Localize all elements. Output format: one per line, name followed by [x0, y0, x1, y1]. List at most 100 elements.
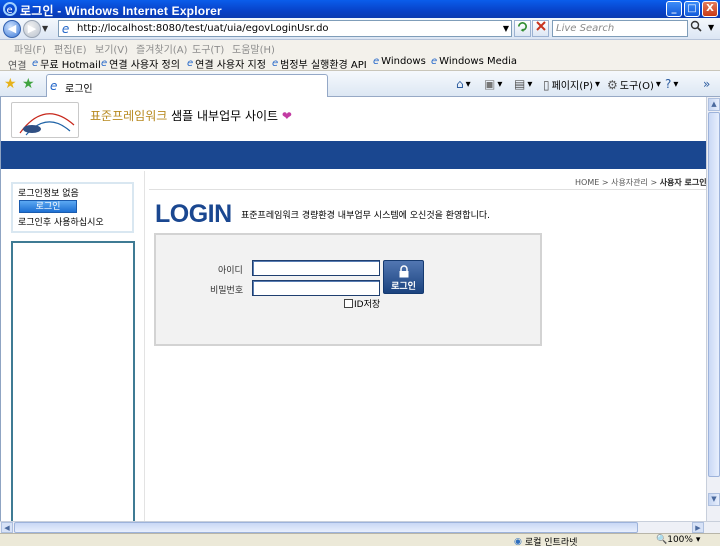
chevron-down-icon[interactable]: ▼ [503, 24, 509, 33]
ie-page-icon: e [101, 58, 108, 69]
page-content: 표준프레임워크 샘플 내부업무 사이트 ❤ 로그인정보 없음 로그인 로그인후 … [0, 97, 706, 521]
page-title: LOGIN [155, 200, 232, 228]
vertical-scrollbar[interactable]: ▲ ▼ [706, 97, 720, 521]
page-icon: ▯ [543, 77, 550, 92]
help-icon: ? [665, 77, 672, 91]
research-button[interactable]: » [703, 77, 710, 91]
save-id-label: ID저장 [354, 300, 381, 310]
menu-file[interactable]: 파일(F) [14, 41, 46, 56]
breadcrumb-section[interactable]: 사용자관리 [611, 178, 648, 187]
breadcrumb-current: 사용자 로그인 [659, 178, 706, 187]
research-icon: » [703, 77, 711, 91]
search-icon [690, 20, 702, 32]
link-windows-media[interactable]: e Windows Media [431, 56, 517, 67]
ie-page-icon: e [50, 79, 58, 93]
search-button[interactable] [690, 20, 706, 37]
scroll-up-icon[interactable]: ▲ [708, 98, 720, 111]
help-button[interactable]: ? ▾ [665, 77, 678, 91]
zoom-icon: 🔍 [656, 535, 668, 545]
link-windows[interactable]: e Windows [373, 56, 426, 67]
menu-view[interactable]: 보기(V) [95, 41, 128, 56]
id-field[interactable] [252, 260, 380, 276]
scroll-left-icon[interactable]: ◀ [1, 522, 13, 533]
search-options-icon[interactable]: ▼ [708, 23, 714, 32]
status-bar: ◉ 로컬 인트라넷 🔍100% ▾ [0, 533, 720, 546]
password-label: 비밀번호 [210, 286, 244, 296]
ie-page-icon: e [32, 58, 39, 69]
page-menu-button[interactable]: ▯ 페이지(P) ▾ [543, 77, 600, 93]
svg-text:e: e [62, 22, 69, 35]
forward-button[interactable]: ▶ [23, 20, 41, 38]
print-button[interactable]: ▤ ▾ [514, 77, 532, 91]
window-title: 로그인 - Windows Internet Explorer [20, 4, 222, 18]
login-button-label: 로그인 [391, 282, 416, 292]
menu-tools[interactable]: 도구(T) [192, 41, 224, 56]
security-zone: ◉ 로컬 인트라넷 [514, 536, 578, 546]
menu-help[interactable]: 도움말(H) [232, 41, 275, 56]
after-login-text: 로그인후 사용하십시오 [18, 218, 104, 228]
welcome-text: 표준프레임워크 경량환경 내부업무 시스템에 오신것을 환영합니다. [241, 211, 491, 221]
login-button[interactable]: 로그인 [383, 260, 424, 294]
scrollbar-thumb[interactable] [708, 112, 720, 477]
top-nav-bar [1, 141, 706, 169]
login-info-box: 로그인정보 없음 로그인 로그인후 사용하십시오 [11, 182, 134, 233]
minimize-button[interactable]: _ [666, 1, 682, 17]
divider [144, 171, 145, 521]
menu-edit[interactable]: 편집(E) [54, 41, 87, 56]
heart-icon: ❤ [281, 109, 292, 123]
link-custom-settings[interactable]: e 연결 사용자 지정 [187, 56, 266, 71]
maximize-button[interactable]: □ [684, 1, 700, 17]
address-toolbar: ◀ ▶ ▼ e http://localhost:8080/test/uat/u… [0, 18, 720, 40]
tab-bar: ★ ★ e 로그인 ⌂ ▾ ▣ ▾ ▤ ▾ ▯ 페이지(P) ▾ ⚙ 도구(O) ▾ ? ▾ » [0, 71, 720, 97]
lock-icon [399, 265, 409, 278]
horizontal-scrollbar[interactable]: ◀ ▶ [0, 521, 720, 533]
stop-icon [535, 21, 546, 31]
sidebar-login-button[interactable]: 로그인 [19, 200, 77, 213]
refresh-button[interactable] [514, 20, 531, 37]
scrollbar-thumb[interactable] [14, 522, 638, 533]
ie-page-icon: e [62, 22, 69, 35]
close-button[interactable]: X [702, 1, 718, 17]
scroll-down-icon[interactable]: ▼ [708, 493, 720, 506]
tab-label: 로그인 [65, 84, 93, 95]
tools-menu-button[interactable]: ⚙ 도구(O) ▾ [607, 77, 661, 93]
login-form-panel: 아이디 비밀번호 로그인 ID저장 [154, 233, 542, 346]
menu-favorites[interactable]: 즐겨찾기(A) [136, 41, 187, 56]
site-title: 표준프레임워크 샘플 내부업무 사이트 ❤ [90, 109, 292, 123]
ie-page-icon: e [272, 58, 279, 69]
history-dropdown-icon[interactable]: ▼ [42, 24, 48, 33]
ie-page-icon: e [373, 56, 380, 67]
link-egov-api[interactable]: e 범정부 실행환경 API [272, 56, 367, 71]
zoom-level[interactable]: 🔍100% ▾ [656, 535, 700, 545]
home-button[interactable]: ⌂ ▾ [456, 77, 471, 91]
scroll-right-icon[interactable]: ▶ [692, 522, 704, 533]
globe-icon: ◉ [514, 536, 522, 546]
egov-logo [11, 102, 79, 138]
add-favorites-icon[interactable]: ★ [22, 76, 35, 92]
favorites-star-icon[interactable]: ★ [4, 76, 17, 92]
address-bar[interactable]: e http://localhost:8080/test/uat/uia/ego… [58, 20, 512, 37]
feeds-button[interactable]: ▣ ▾ [484, 77, 502, 91]
ie-icon: e [3, 2, 17, 16]
link-customize[interactable]: e 연결 사용자 정의 [101, 56, 180, 71]
ie-page-icon: e [187, 58, 194, 69]
stop-button[interactable] [532, 20, 549, 37]
gear-icon: ⚙ [607, 77, 618, 92]
link-hotmail[interactable]: e 무료 Hotmail [32, 56, 101, 71]
ie-page-icon: e [431, 56, 438, 67]
divider [149, 189, 706, 190]
title-bar: e 로그인 - Windows Internet Explorer _ □ X [0, 0, 720, 18]
breadcrumb: HOME > 사용자관리 > 사용자 로그인 [575, 178, 706, 187]
breadcrumb-home[interactable]: HOME [575, 178, 599, 187]
links-bar: 연결 e 무료 Hotmail e 연결 사용자 정의 e 연결 사용자 지정 e 범정… [0, 55, 720, 72]
search-input[interactable]: Live Search [552, 20, 688, 37]
back-button[interactable]: ◀ [3, 20, 21, 38]
save-id-checkbox[interactable] [344, 299, 353, 308]
tab-login[interactable]: e 로그인 [46, 74, 328, 97]
password-field[interactable] [252, 280, 380, 296]
save-id-option[interactable]: ID저장 [344, 297, 380, 310]
menu-bar: 파일(F) 편집(E) 보기(V) 즐겨찾기(A) 도구(T) 도움말(H) [0, 40, 720, 56]
left-menu-box [11, 241, 135, 521]
home-icon: ⌂ [456, 77, 464, 91]
print-icon: ▤ [514, 77, 526, 91]
